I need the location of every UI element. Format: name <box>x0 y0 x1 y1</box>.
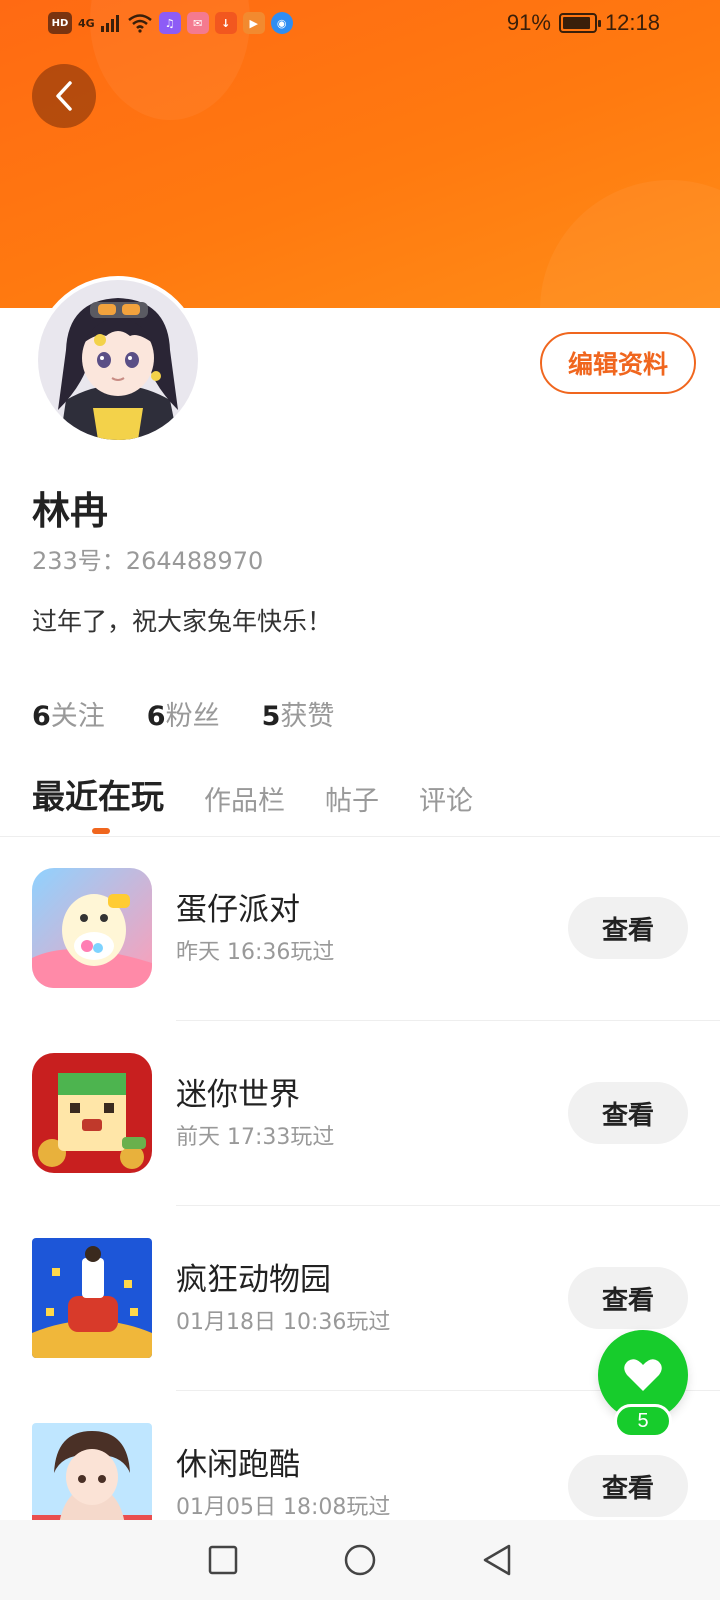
profile-id: 233号：264488970 <box>32 547 264 575</box>
stat-label: 获赞 <box>280 701 335 732</box>
signal-icon <box>100 15 119 32</box>
banner-decoration <box>540 180 720 308</box>
heart-icon <box>624 1359 662 1391</box>
system-nav-bar <box>0 1520 720 1600</box>
browser-icon: ◉ <box>270 12 293 34</box>
game-played-time: 01月05日 18:08玩过 <box>176 1495 391 1520</box>
game-played-time: 昨天 16:36玩过 <box>176 940 335 965</box>
game-name: 迷你世界 <box>176 1077 300 1113</box>
hd-icon: HD <box>48 12 72 34</box>
status-left: HD 4G ♫ ✉ ↓ ▶ ◉ <box>48 12 293 34</box>
hd-label: HD <box>51 17 69 29</box>
profile-tabs: 最近在玩 作品栏 帖子 评论 <box>32 770 513 818</box>
battery-icon <box>558 13 601 33</box>
tab-recently-played[interactable]: 最近在玩 <box>32 770 164 818</box>
back-button[interactable] <box>32 64 96 128</box>
edit-profile-button[interactable]: 编辑资料 <box>540 332 696 394</box>
network-gen-label: 4G <box>78 16 95 30</box>
recent-apps-icon[interactable] <box>207 1544 239 1576</box>
divider <box>0 836 720 837</box>
avatar <box>38 280 198 440</box>
avatar-illustration <box>38 280 198 440</box>
view-game-button[interactable]: 查看 <box>568 897 688 959</box>
stat-following[interactable]: 6关注 <box>32 694 105 733</box>
view-game-button[interactable]: 查看 <box>568 1455 688 1517</box>
game-icon <box>32 1238 152 1358</box>
stat-label: 关注 <box>50 701 105 732</box>
game-name: 蛋仔派对 <box>176 892 300 928</box>
video-app-icon: ▶ <box>242 12 265 34</box>
game-icon <box>32 868 152 988</box>
game-name: 疯狂动物园 <box>176 1262 331 1298</box>
profile-name: 林冉 <box>32 489 109 533</box>
mail-app-icon: ✉ <box>186 12 209 34</box>
stat-number: 6 <box>146 701 166 732</box>
divider <box>176 1205 720 1206</box>
tab-comments[interactable]: 评论 <box>419 779 473 818</box>
music-app-icon: ♫ <box>158 12 181 34</box>
game-name: 休闲跑酷 <box>176 1447 300 1483</box>
tab-posts[interactable]: 帖子 <box>325 779 379 818</box>
profile-stats: 6关注 6粉丝 5获赞 <box>32 694 334 733</box>
stat-fans[interactable]: 6粉丝 <box>147 694 220 733</box>
tab-works[interactable]: 作品栏 <box>204 779 285 818</box>
status-right: 91% 12:18 <box>507 10 660 36</box>
back-icon[interactable] <box>481 1543 513 1577</box>
view-game-button[interactable]: 查看 <box>568 1082 688 1144</box>
stat-likes[interactable]: 5获赞 <box>262 694 335 733</box>
home-icon[interactable] <box>343 1543 377 1577</box>
list-item[interactable]: 蛋仔派对 昨天 16:36玩过 查看 <box>0 848 720 1021</box>
profile-bio: 过年了，祝大家兔年快乐！ <box>32 607 333 636</box>
avatar-frame[interactable] <box>34 276 202 444</box>
list-item[interactable]: 迷你世界 前天 17:33玩过 查看 <box>0 1033 720 1206</box>
status-bar: HD 4G ♫ ✉ ↓ ▶ ◉ 91% 12:18 <box>0 0 720 48</box>
stat-number: 5 <box>261 701 281 732</box>
battery-percent: 91% <box>506 10 551 35</box>
wifi-icon <box>127 14 152 33</box>
game-thumbnail-mini-world <box>32 1053 152 1173</box>
like-count-badge: 5 <box>614 1404 672 1438</box>
game-icon <box>32 1053 152 1173</box>
stat-label: 粉丝 <box>165 701 220 732</box>
active-tab-indicator <box>92 828 110 834</box>
clock: 12:18 <box>604 10 660 35</box>
download-icon: ↓ <box>214 12 237 34</box>
game-thumbnail-eggy-party <box>32 868 152 988</box>
divider <box>176 1020 720 1021</box>
stat-number: 6 <box>32 701 51 732</box>
game-thumbnail-crazy-zoo <box>32 1238 152 1358</box>
chevron-left-icon <box>56 81 72 111</box>
view-game-button[interactable]: 查看 <box>568 1267 688 1329</box>
game-played-time: 01月18日 10:36玩过 <box>176 1310 391 1335</box>
game-played-time: 前天 17:33玩过 <box>176 1125 335 1150</box>
profile-header-banner: HD 4G ♫ ✉ ↓ ▶ ◉ 91% 12:18 <box>0 0 720 308</box>
battery-fill <box>562 17 591 29</box>
